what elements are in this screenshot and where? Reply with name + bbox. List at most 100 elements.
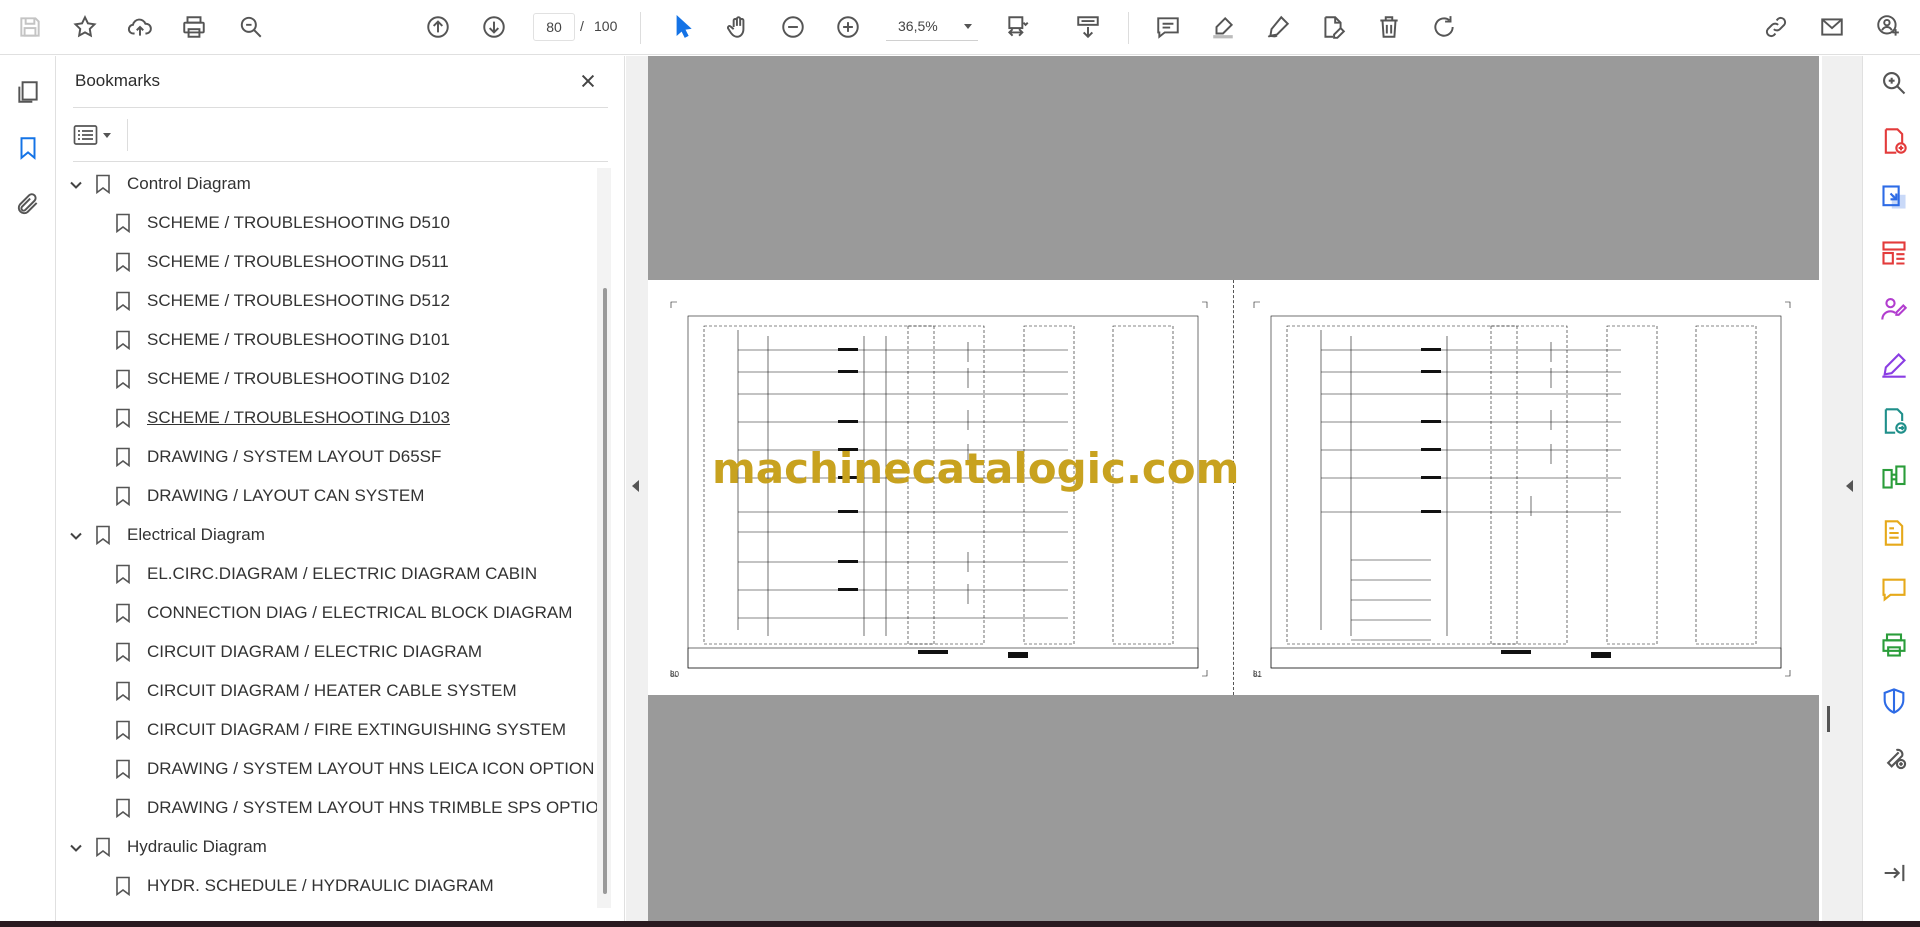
zoom-in-icon[interactable] xyxy=(830,10,866,44)
bookmark-item[interactable]: SCHEME / TROUBLESHOOTING D101 xyxy=(115,324,450,356)
search-zoom-icon[interactable] xyxy=(1877,66,1911,100)
schematic-page-right: 81 xyxy=(1251,300,1791,679)
bookmark-label: CIRCUIT DIAGRAM / FIRE EXTINGUISHING SYS… xyxy=(147,720,567,739)
bookmark-icon xyxy=(95,837,111,858)
upload-cloud-icon[interactable] xyxy=(122,10,158,44)
print-icon[interactable] xyxy=(176,10,212,44)
fill-sign-icon[interactable] xyxy=(1877,348,1911,382)
highlight-icon[interactable] xyxy=(1205,10,1241,44)
bookmark-label: SCHEME / TROUBLESHOOTING D101 xyxy=(147,330,450,349)
page-fit-icon[interactable] xyxy=(1000,10,1036,44)
chevron-down-icon[interactable] xyxy=(69,528,83,542)
bookmark-label: CONNECTION DIAG / ELECTRICAL BLOCK DIAGR… xyxy=(147,603,573,622)
expand-panel-icon[interactable] xyxy=(1877,856,1911,890)
bookmark-item[interactable]: CONNECTION DIAG / ELECTRICAL BLOCK DIAGR… xyxy=(115,597,572,629)
bookmarks-scroll-thumb[interactable] xyxy=(603,288,607,894)
page-number-input[interactable]: 80 xyxy=(533,13,575,41)
bookmark-label: Control Diagram xyxy=(127,174,251,193)
bookmark-icon xyxy=(115,642,131,663)
bookmark-item[interactable]: SCHEME / TROUBLESHOOTING D510 xyxy=(115,207,450,239)
resize-grip[interactable] xyxy=(1827,706,1830,732)
bookmark-item[interactable]: CIRCUIT DIAGRAM / ELECTRIC DIAGRAM xyxy=(115,636,482,668)
bookmark-item[interactable]: EL.CIRC.DIAGRAM / ELECTRIC DIAGRAM CABIN xyxy=(115,558,537,590)
hand-tool-icon[interactable] xyxy=(720,10,756,44)
bookmark-icon xyxy=(115,603,131,624)
bookmark-item-selected[interactable]: SCHEME / TROUBLESHOOTING D103 xyxy=(115,402,450,434)
chevron-down-icon xyxy=(103,132,111,138)
toolbar-divider xyxy=(640,12,641,44)
compare-files-icon[interactable] xyxy=(1877,460,1911,494)
create-pdf-icon[interactable] xyxy=(1877,124,1911,158)
add-user-icon[interactable] xyxy=(1870,10,1906,44)
page-number-label: 80 xyxy=(670,670,679,679)
bookmark-label: SCHEME / TROUBLESHOOTING D510 xyxy=(147,213,450,232)
bookmark-group-control-diagram[interactable]: Control Diagram xyxy=(69,168,251,200)
organize-pages-icon[interactable] xyxy=(1877,236,1911,270)
bookmark-item[interactable]: SCHEME / TROUBLESHOOTING D511 xyxy=(115,246,449,278)
page-down-icon[interactable] xyxy=(476,10,512,44)
send-for-review-icon[interactable] xyxy=(1877,404,1911,438)
close-icon[interactable] xyxy=(575,68,601,94)
comment-icon[interactable] xyxy=(1150,10,1186,44)
save-icon[interactable] xyxy=(12,10,48,44)
bookmark-group-hydraulic-diagram[interactable]: Hydraulic Diagram xyxy=(69,831,267,863)
email-icon[interactable] xyxy=(1814,10,1850,44)
chevron-down-icon xyxy=(964,24,972,29)
share-people-icon[interactable] xyxy=(1877,292,1911,326)
chevron-down-icon[interactable] xyxy=(69,840,83,854)
bookmark-icon xyxy=(115,252,131,273)
document-viewer[interactable]: 80 81 machinecatalogic.com xyxy=(648,56,1819,921)
bookmark-item[interactable]: HYDR. SCHEDULE / HYDRAULIC DIAGRAM xyxy=(115,870,494,902)
bookmark-label: Electrical Diagram xyxy=(127,525,265,544)
bookmark-item[interactable]: CIRCUIT DIAGRAM / FIRE EXTINGUISHING SYS… xyxy=(115,714,566,746)
bookmark-item[interactable]: DRAWING / LAYOUT CAN SYSTEM xyxy=(115,480,424,512)
select-cursor-icon[interactable] xyxy=(665,10,701,44)
right-panel-collapse-strip[interactable] xyxy=(1822,56,1862,921)
bookmark-label: Hydraulic Diagram xyxy=(127,837,267,856)
bookmark-icon[interactable] xyxy=(10,130,46,166)
bookmark-item[interactable]: SCHEME / TROUBLESHOOTING D512 xyxy=(115,285,450,317)
bookmark-icon xyxy=(115,720,131,741)
collapse-left-arrow-icon[interactable] xyxy=(632,480,639,492)
bookmark-item[interactable]: SCHEME / TROUBLESHOOTING D102 xyxy=(115,363,450,395)
bookmarks-panel: Bookmarks Control Diagram SCHEME / TROUB… xyxy=(57,56,625,921)
bookmark-label: DRAWING / SYSTEM LAYOUT D65SF xyxy=(147,447,442,466)
page-thumbnails-icon[interactable] xyxy=(10,74,46,110)
bookmark-item[interactable]: DRAWING / SYSTEM LAYOUT HNS LEICA ICON O… xyxy=(115,753,594,785)
bookmark-group-electrical-diagram[interactable]: Electrical Diagram xyxy=(69,519,265,551)
bookmark-options-button[interactable] xyxy=(73,119,121,151)
taskbar-edge xyxy=(0,921,1920,927)
draw-pen-icon[interactable] xyxy=(1260,10,1296,44)
search-zoom-icon[interactable] xyxy=(233,10,269,44)
attachment-icon[interactable] xyxy=(10,186,46,222)
bookmark-label: SCHEME / TROUBLESHOOTING D102 xyxy=(147,369,450,388)
scroll-mode-icon[interactable] xyxy=(1070,10,1106,44)
bookmark-item[interactable]: CIRCUIT DIAGRAM / HEATER CABLE SYSTEM xyxy=(115,675,517,707)
share-link-icon[interactable] xyxy=(1758,10,1794,44)
zoom-level-value: 36,5% xyxy=(898,18,938,34)
edit-text-icon[interactable] xyxy=(1315,10,1351,44)
more-tools-icon[interactable] xyxy=(1877,740,1911,774)
comment-tool-icon[interactable] xyxy=(1877,572,1911,606)
edit-pdf-icon[interactable] xyxy=(1877,516,1911,550)
watermark-text: machinecatalogic.com xyxy=(712,444,1240,493)
panel-title: Bookmarks xyxy=(75,71,161,90)
rotate-icon[interactable] xyxy=(1426,10,1462,44)
bookmark-icon xyxy=(115,291,131,312)
delete-trash-icon[interactable] xyxy=(1371,10,1407,44)
bookmark-item[interactable]: DRAWING / SYSTEM LAYOUT HNS TRIMBLE SPS … xyxy=(115,792,611,824)
page-up-icon[interactable] xyxy=(420,10,456,44)
expand-right-arrow-icon[interactable] xyxy=(1846,480,1853,492)
print-production-icon[interactable] xyxy=(1877,628,1911,662)
protect-shield-icon[interactable] xyxy=(1877,684,1911,718)
chevron-down-icon[interactable] xyxy=(69,177,83,191)
zoom-out-icon[interactable] xyxy=(775,10,811,44)
star-icon[interactable] xyxy=(67,10,103,44)
page-total: 100 xyxy=(594,18,618,34)
export-pdf-icon[interactable] xyxy=(1877,180,1911,214)
zoom-level-select[interactable]: 36,5% xyxy=(886,13,978,41)
panel-divider xyxy=(127,119,128,151)
bookmark-item[interactable]: DRAWING / SYSTEM LAYOUT D65SF xyxy=(115,441,441,473)
bookmark-label: HYDR. SCHEDULE / HYDRAULIC DIAGRAM xyxy=(147,876,494,895)
bookmark-label: DRAWING / SYSTEM LAYOUT HNS TRIMBLE SPS … xyxy=(147,798,612,817)
